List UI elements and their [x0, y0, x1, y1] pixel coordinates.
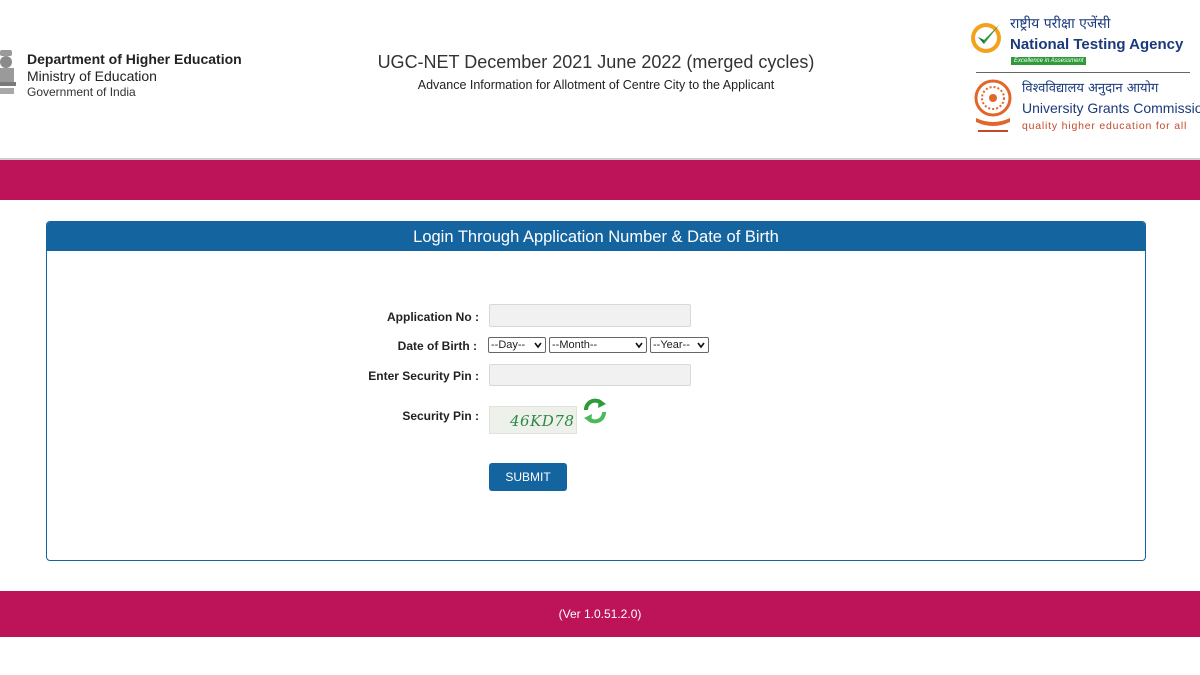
nta-hindi-name: राष्ट्रीय परीक्षा एजेंसी: [1010, 16, 1111, 32]
version-text: (Ver 1.0.51.2.0): [558, 607, 642, 621]
captcha-text: 46KD78: [510, 412, 575, 430]
footer-band: (Ver 1.0.51.2.0): [0, 591, 1200, 637]
nta-name: National Testing Agency: [1010, 36, 1184, 53]
chevron-down-icon: [534, 342, 542, 349]
page-header: Department of Higher Education Ministry …: [0, 0, 1200, 158]
top-band: [0, 158, 1200, 200]
nta-logo: [971, 23, 1001, 53]
month-select-value: --Month--: [552, 339, 598, 351]
year-select-value: --Year--: [653, 339, 690, 351]
application-no-input[interactable]: [489, 304, 691, 327]
enter-security-pin-label: Enter Security Pin :: [368, 369, 479, 383]
emblem-icon: [0, 50, 16, 94]
ugc-name: University Grants Commission: [1022, 100, 1200, 116]
ugc-hindi-name: विश्वविद्यालय अनुदान आयोग: [1022, 81, 1159, 96]
year-select[interactable]: --Year--: [650, 337, 709, 353]
month-select[interactable]: --Month--: [549, 337, 647, 353]
ministry-name: Ministry of Education: [27, 68, 157, 84]
logo-divider: [976, 72, 1190, 73]
nta-tagline: Excellence in Assessment: [1011, 57, 1087, 65]
security-pin-label: Security Pin :: [402, 409, 479, 423]
page-title: UGC-NET December 2021 June 2022 (merged …: [377, 52, 815, 72]
day-select-value: --Day--: [491, 339, 526, 351]
agency-logos: राष्ट्रीय परीक्षा एजेंसी National Testin…: [966, 12, 1200, 142]
page-subtitle: Advance Information for Allotment of Cen…: [417, 78, 775, 92]
refresh-icon[interactable]: [581, 396, 609, 426]
application-no-label: Application No :: [387, 310, 479, 324]
chevron-down-icon: [635, 342, 643, 349]
government-name: Government of India: [27, 85, 136, 99]
ugc-tagline: quality higher education for all: [1022, 120, 1188, 132]
page-title-block: UGC-NET December 2021 June 2022 (merged …: [300, 50, 892, 93]
login-card-title: Login Through Application Number & Date …: [47, 222, 1145, 251]
dob-label: Date of Birth :: [397, 339, 477, 353]
submit-button[interactable]: SUBMIT: [489, 463, 567, 491]
security-pin-input[interactable]: [489, 364, 691, 386]
department-name: Department of Higher Education: [27, 51, 242, 67]
day-select[interactable]: --Day--: [488, 337, 546, 353]
ugc-logo: [974, 79, 1012, 132]
captcha-image: 46KD78: [489, 406, 577, 434]
login-card: Login Through Application Number & Date …: [46, 221, 1146, 561]
chevron-down-icon: [697, 342, 705, 349]
